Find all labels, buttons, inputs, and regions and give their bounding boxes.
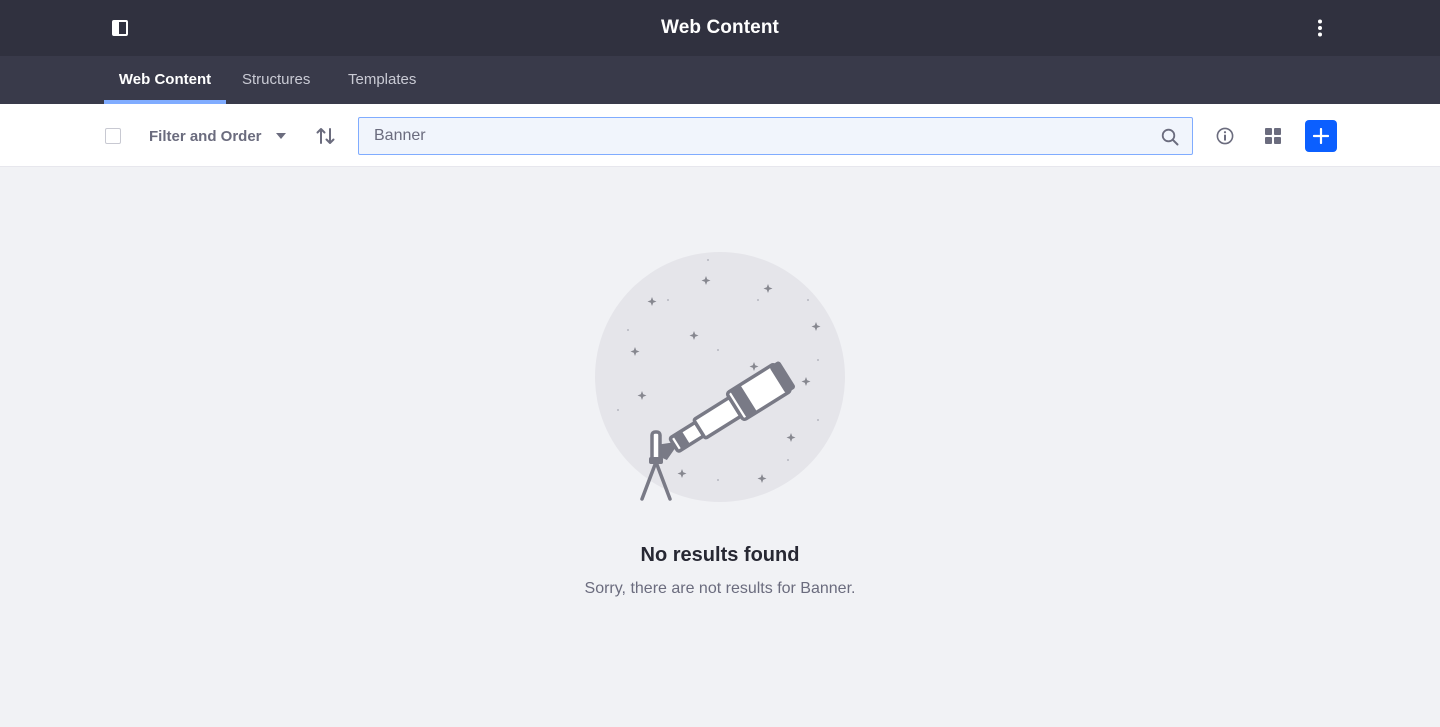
navigation-bar: Web Content Structures Templates — [0, 56, 1440, 104]
empty-state-title: No results found — [640, 544, 800, 566]
telescope-illustration — [595, 252, 845, 502]
search-icon — [1161, 128, 1179, 146]
vertical-ellipsis-icon — [1318, 19, 1322, 37]
options-menu-button[interactable] — [1304, 12, 1336, 44]
empty-state-description: Sorry, there are not results for Banner. — [584, 580, 856, 597]
tab-structures[interactable]: Structures — [242, 56, 310, 104]
filter-and-order-label: Filter and Order — [149, 127, 262, 145]
sort-order-icon — [316, 128, 335, 144]
sort-order-button[interactable] — [313, 124, 339, 148]
app-header: Web Content — [0, 0, 1440, 56]
info-button[interactable] — [1211, 122, 1239, 150]
search-bar — [358, 117, 1193, 155]
add-button[interactable] — [1305, 120, 1337, 152]
cards-grid-icon — [1265, 128, 1281, 144]
display-style-button[interactable] — [1259, 122, 1287, 150]
search-input[interactable] — [359, 118, 1149, 154]
info-circle-icon — [1216, 127, 1234, 145]
caret-down-icon — [275, 133, 286, 139]
page-title: Web Content — [661, 17, 779, 38]
select-all-checkbox[interactable] — [105, 128, 121, 144]
tab-web-content[interactable]: Web Content — [104, 56, 226, 104]
search-button[interactable] — [1160, 127, 1180, 147]
management-toolbar: Filter and Order — [0, 104, 1440, 167]
tab-templates[interactable]: Templates — [348, 56, 416, 104]
empty-state: No results found Sorry, there are not re… — [0, 167, 1440, 727]
filter-and-order-dropdown[interactable]: Filter and Order — [149, 125, 286, 147]
plus-icon — [1313, 128, 1329, 144]
